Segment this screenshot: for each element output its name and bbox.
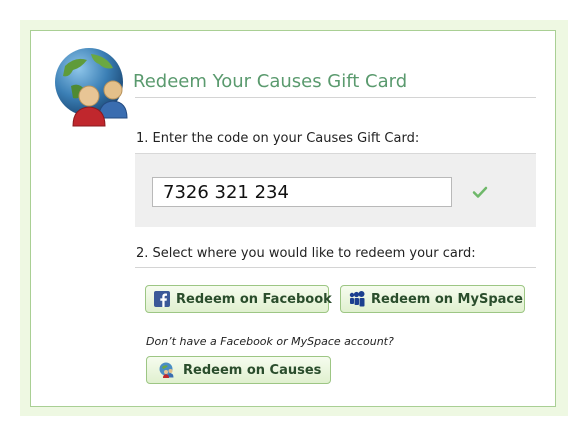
code-entry-panel <box>135 153 536 227</box>
page-background: Redeem Your Causes Gift Card 1. Enter th… <box>20 20 568 416</box>
redeem-causes-button[interactable]: Redeem on Causes <box>146 356 331 384</box>
facebook-icon <box>154 291 170 307</box>
redeem-myspace-button[interactable]: Redeem on MySpace <box>340 285 525 313</box>
gift-card-panel: Redeem Your Causes Gift Card 1. Enter th… <box>30 30 556 407</box>
causes-icon <box>159 362 174 378</box>
step1-label: 1. Enter the code on your Causes Gift Ca… <box>136 131 420 146</box>
no-account-note: Don’t have a Facebook or MySpace account… <box>146 335 394 348</box>
title-divider <box>135 97 536 98</box>
myspace-icon <box>349 291 365 307</box>
redeem-myspace-label: Redeem on MySpace <box>371 291 523 307</box>
redeem-facebook-label: Redeem on Facebook <box>176 291 332 307</box>
globe-people-icon <box>55 48 128 127</box>
page-title: Redeem Your Causes Gift Card <box>133 71 408 92</box>
step2-divider <box>135 267 536 268</box>
redeem-causes-label: Redeem on Causes <box>183 362 322 378</box>
redeem-facebook-button[interactable]: Redeem on Facebook <box>145 285 332 313</box>
check-icon <box>472 186 488 198</box>
step2-label: 2. Select where you would like to redeem… <box>136 246 476 261</box>
gift-code-input[interactable] <box>152 177 452 207</box>
